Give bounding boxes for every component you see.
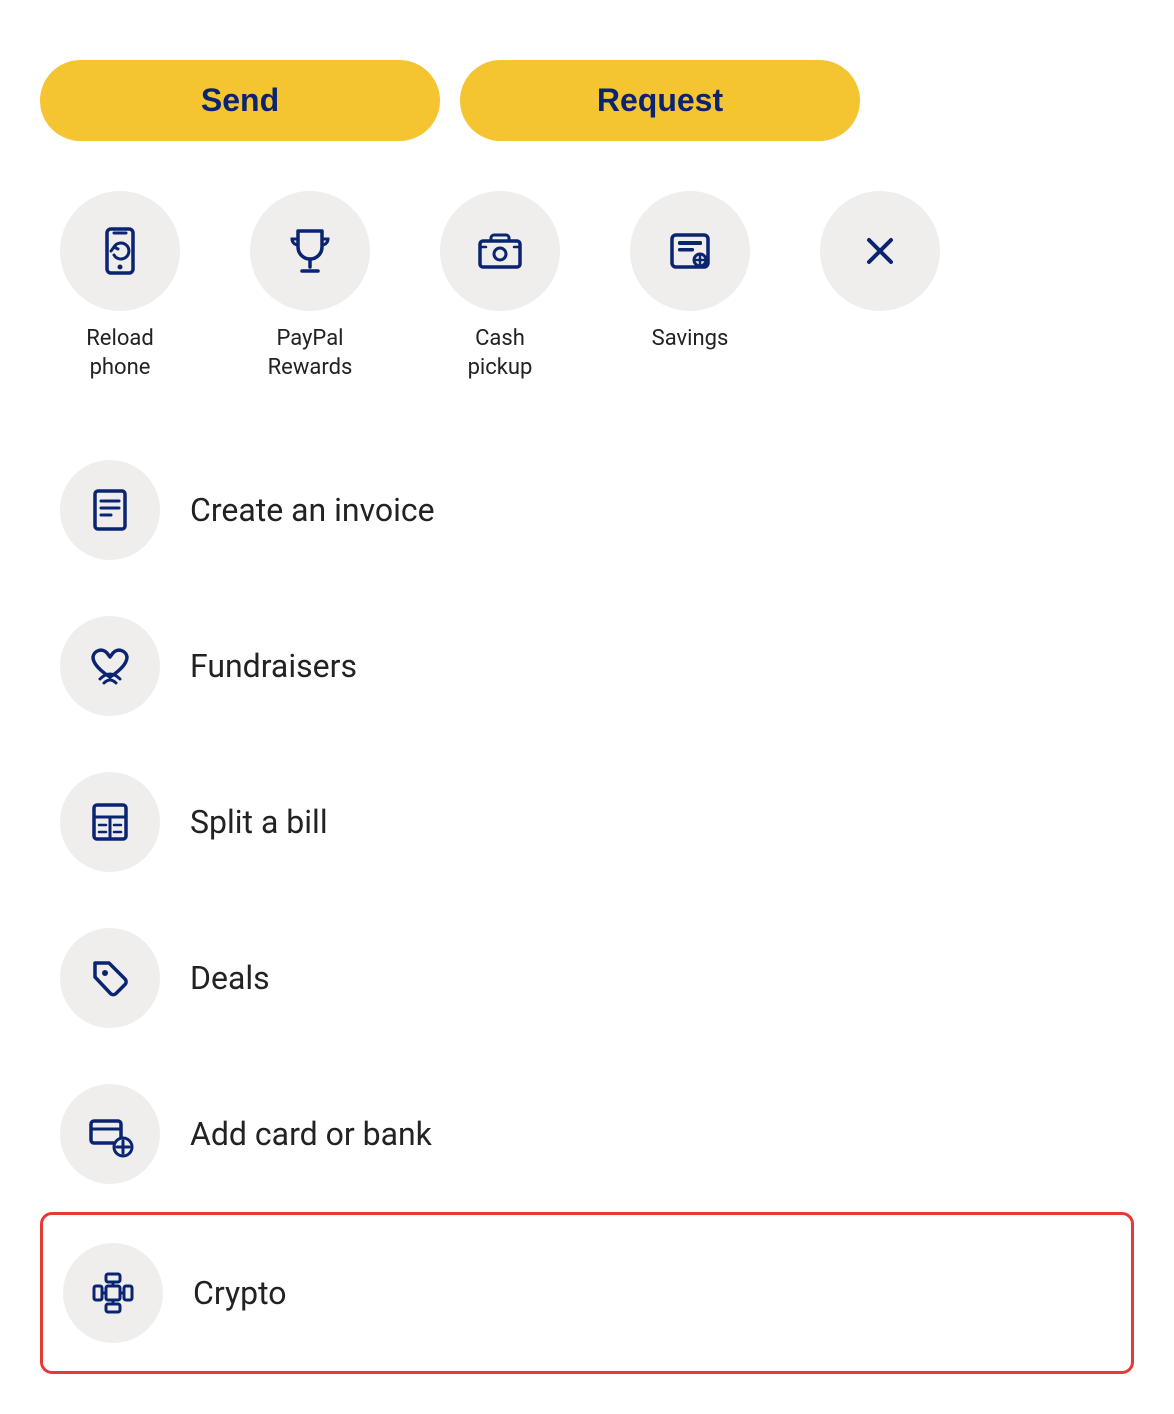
crypto-icon-circle bbox=[63, 1243, 163, 1343]
deals-label: Deals bbox=[190, 959, 270, 997]
savings-icon bbox=[664, 225, 716, 277]
send-button[interactable]: Send bbox=[40, 60, 440, 141]
quick-actions-row: Reloadphone PayPalRewards Cashpickup bbox=[40, 191, 1134, 382]
cash-pickup-label: Cashpickup bbox=[468, 325, 533, 382]
request-button[interactable]: Request bbox=[460, 60, 860, 141]
split-bill-label: Split a bill bbox=[190, 803, 328, 841]
quick-action-reload-phone[interactable]: Reloadphone bbox=[40, 191, 200, 382]
savings-label: Savings bbox=[652, 325, 729, 354]
quick-action-paypal-rewards[interactable]: PayPalRewards bbox=[230, 191, 390, 382]
reload-phone-label: Reloadphone bbox=[86, 325, 154, 382]
top-buttons: Send Request bbox=[40, 60, 1134, 141]
create-invoice-label: Create an invoice bbox=[190, 491, 435, 529]
add-card-bank-icon bbox=[85, 1109, 135, 1159]
invoice-icon-circle bbox=[60, 460, 160, 560]
menu-item-crypto[interactable]: Crypto bbox=[40, 1212, 1134, 1374]
menu-item-create-invoice[interactable]: Create an invoice bbox=[40, 432, 1134, 588]
reload-phone-icon-circle bbox=[60, 191, 180, 311]
quick-action-cash-pickup[interactable]: Cashpickup bbox=[420, 191, 580, 382]
menu-item-deals[interactable]: Deals bbox=[40, 900, 1134, 1056]
crypto-label: Crypto bbox=[193, 1274, 286, 1312]
trophy-icon bbox=[284, 225, 336, 277]
menu-item-fundraisers[interactable]: Fundraisers bbox=[40, 588, 1134, 744]
close-icon-circle bbox=[820, 191, 940, 311]
quick-action-close[interactable] bbox=[800, 191, 960, 325]
split-bill-icon bbox=[85, 797, 135, 847]
paypal-rewards-icon-circle bbox=[250, 191, 370, 311]
deals-icon bbox=[85, 953, 135, 1003]
add-card-bank-label: Add card or bank bbox=[190, 1115, 432, 1153]
deals-icon-circle bbox=[60, 928, 160, 1028]
close-icon bbox=[859, 230, 901, 272]
savings-icon-circle bbox=[630, 191, 750, 311]
reload-phone-icon bbox=[94, 225, 146, 277]
invoice-icon bbox=[85, 485, 135, 535]
paypal-rewards-label: PayPalRewards bbox=[268, 325, 353, 382]
menu-item-add-card-bank[interactable]: Add card or bank bbox=[40, 1056, 1134, 1212]
fundraisers-label: Fundraisers bbox=[190, 647, 357, 685]
quick-action-savings[interactable]: Savings bbox=[610, 191, 770, 354]
cash-pickup-icon-circle bbox=[440, 191, 560, 311]
menu-list: Create an invoice Fundraisers Split a bi bbox=[40, 432, 1134, 1374]
fundraisers-icon-circle bbox=[60, 616, 160, 716]
split-bill-icon-circle bbox=[60, 772, 160, 872]
crypto-icon bbox=[88, 1268, 138, 1318]
cash-pickup-icon bbox=[474, 225, 526, 277]
fundraisers-icon bbox=[85, 641, 135, 691]
add-card-icon-circle bbox=[60, 1084, 160, 1184]
menu-item-split-bill[interactable]: Split a bill bbox=[40, 744, 1134, 900]
